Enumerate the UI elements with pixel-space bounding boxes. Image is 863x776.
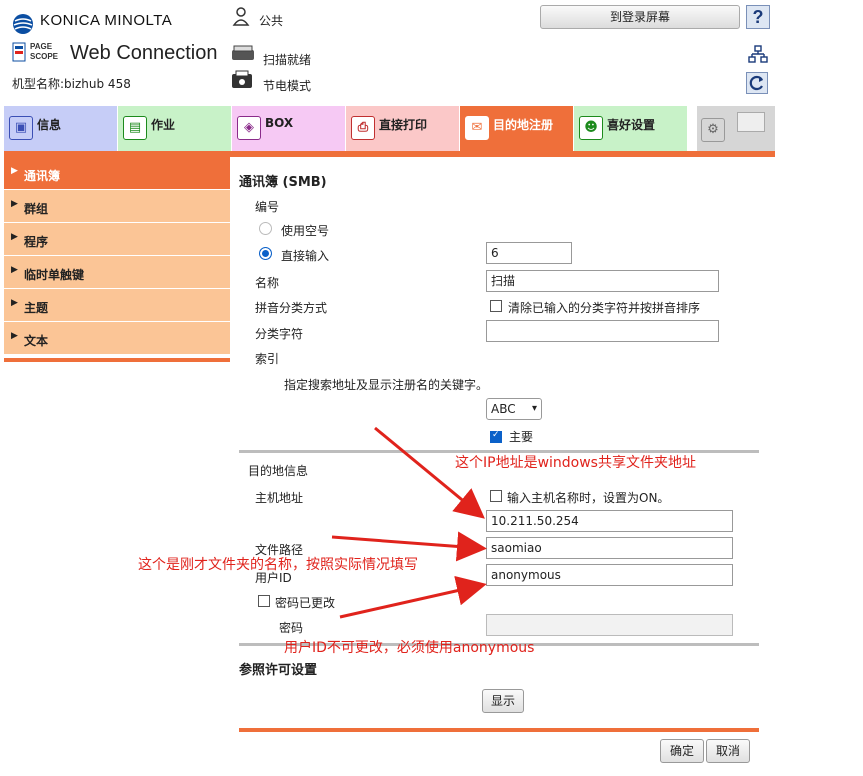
arrow-to-userid bbox=[339, 575, 487, 619]
ip-annotation: 这个IP地址是windows共享文件夹地址 bbox=[455, 455, 696, 471]
arrow-to-path bbox=[331, 531, 487, 562]
annotation-arrows bbox=[331, 426, 487, 619]
path-annotation: 这个是刚才文件夹的名称，按照实际情况填写 bbox=[138, 557, 418, 573]
userid-annotation: 用户ID不可更改，必须使用anonymous bbox=[284, 640, 535, 656]
